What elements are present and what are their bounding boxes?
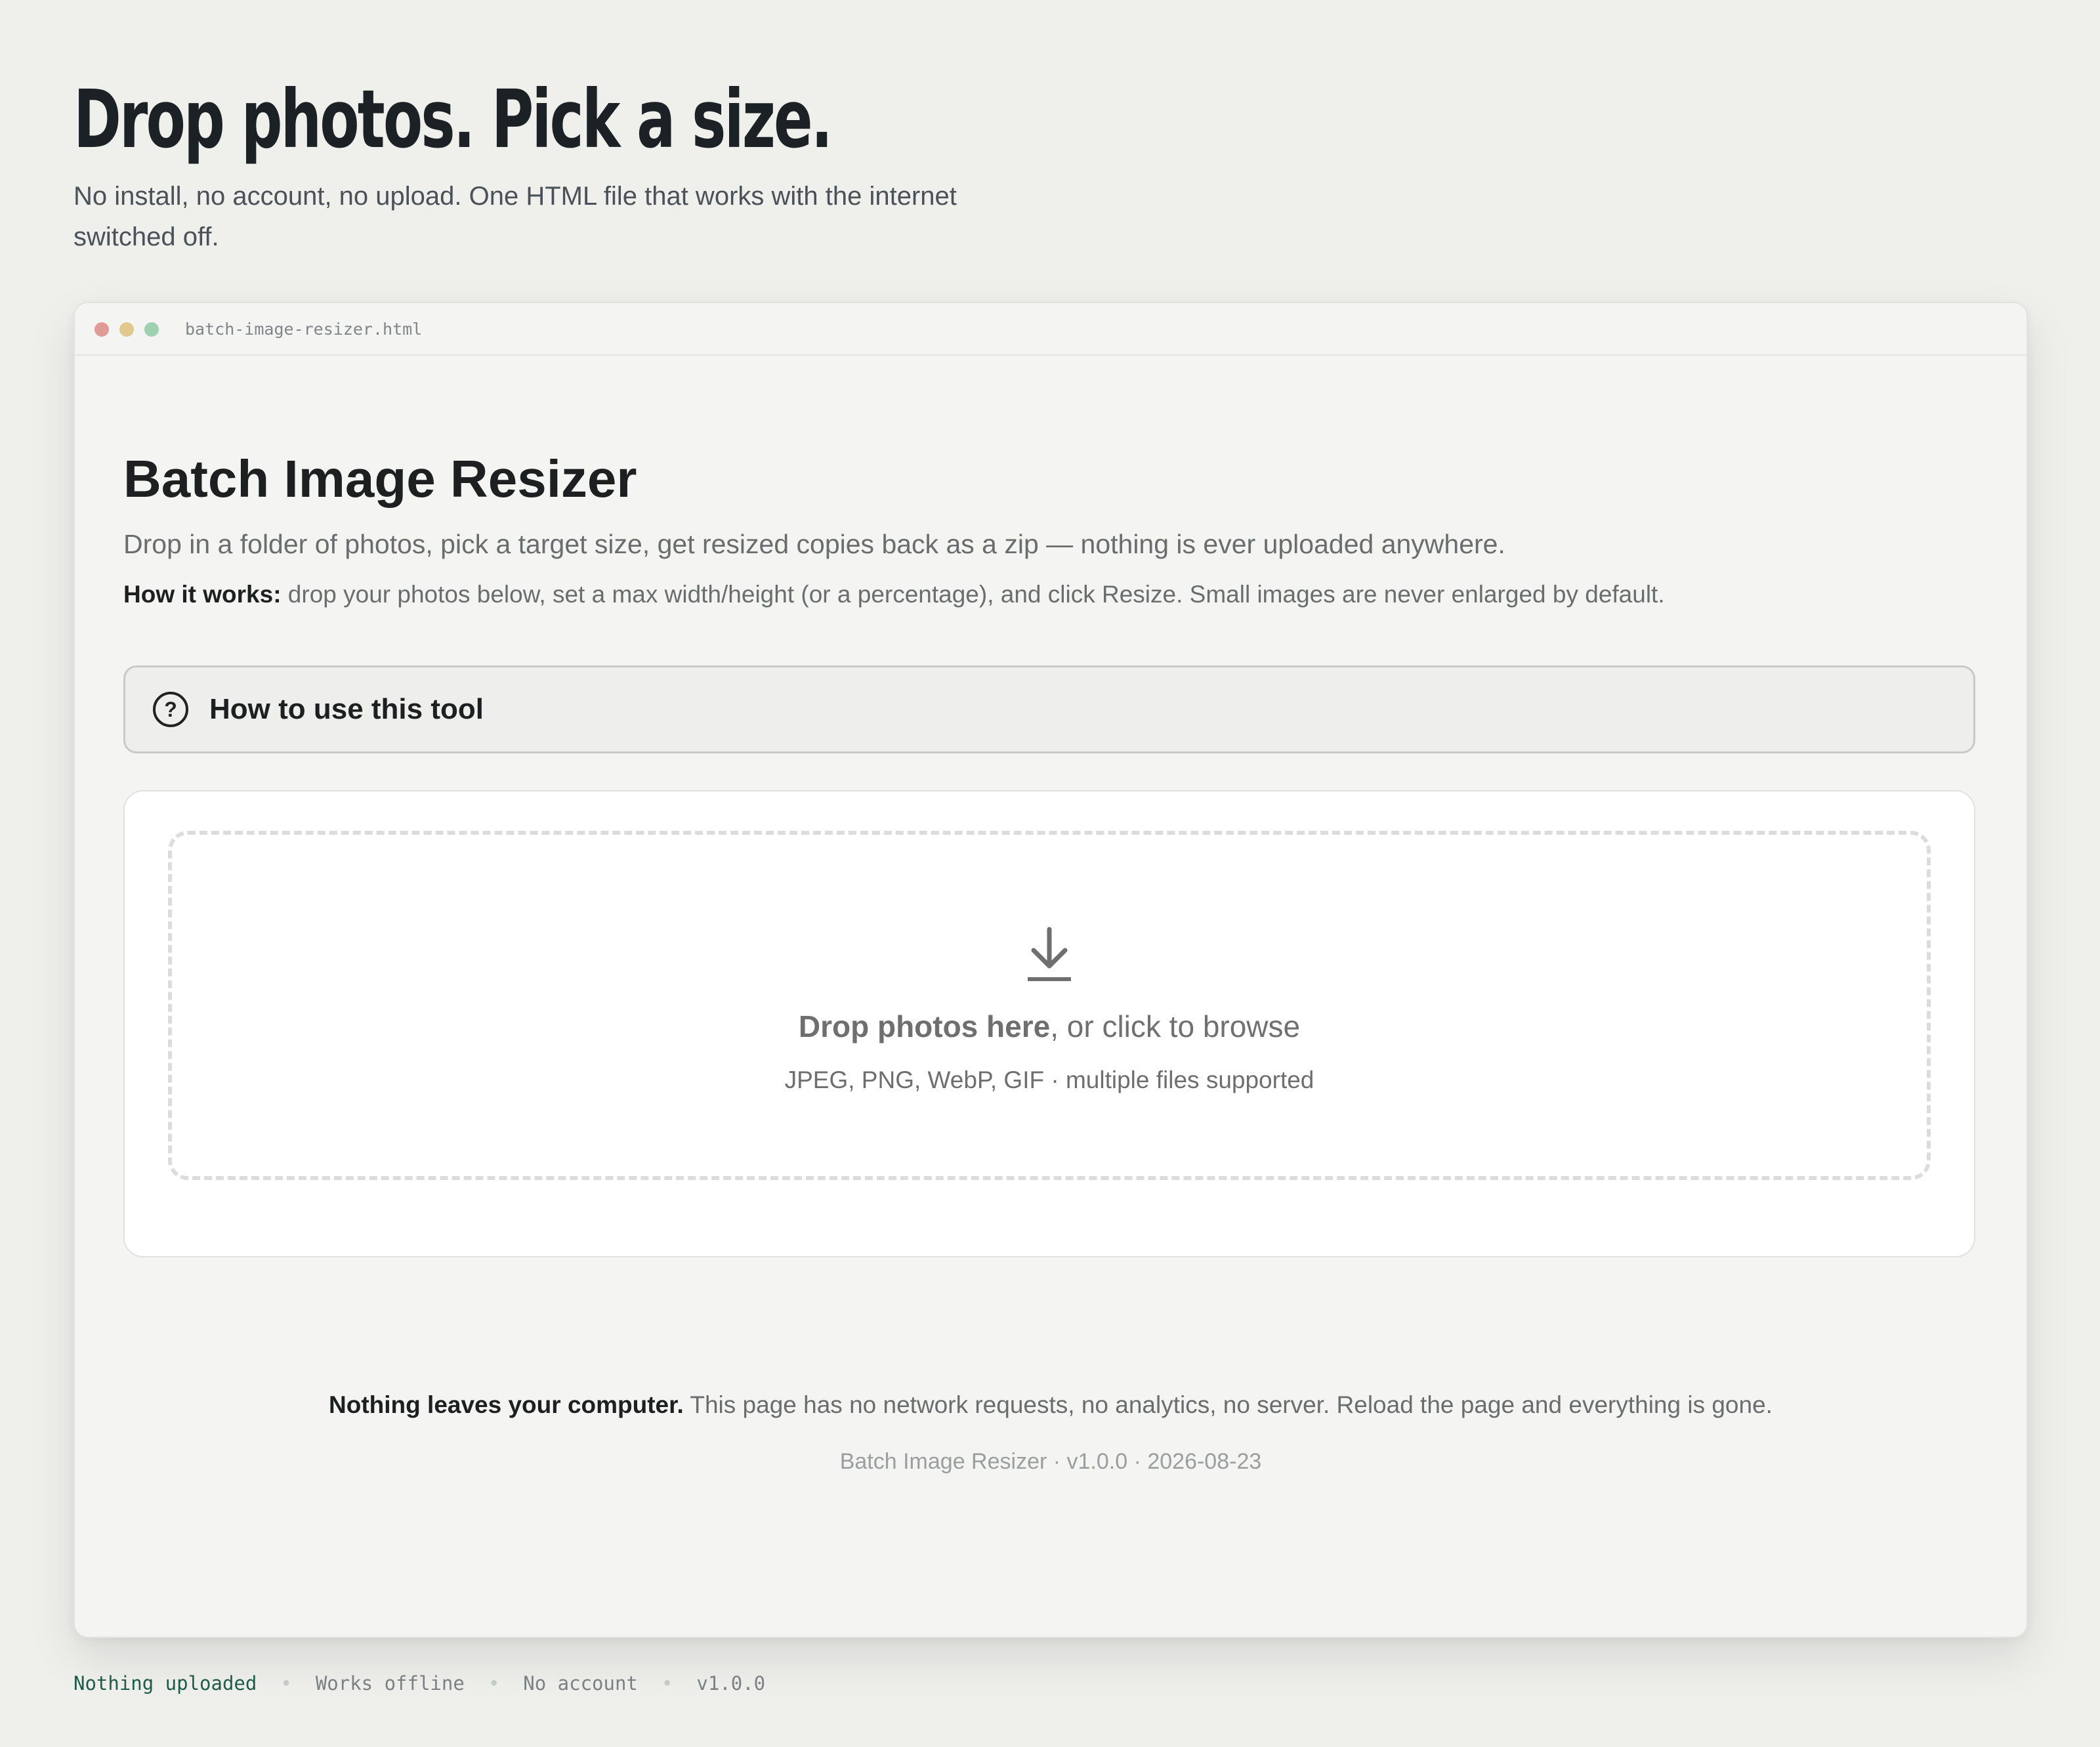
app-title: Batch Image Resizer — [123, 450, 637, 508]
help-toggle-button[interactable]: ? How to use this tool — [123, 665, 1975, 753]
dropzone-prompt-rest: , or click to browse — [1050, 1009, 1301, 1043]
dropzone-prompt: Drop photos here, or click to browse — [172, 1005, 1927, 1047]
dropzone-prompt-bold: Drop photos here — [798, 1009, 1051, 1043]
dropzone-formats: JPEG, PNG, WebP, GIF · multiple files su… — [784, 1066, 1314, 1093]
window-filename: batch-image-resizer.html — [185, 320, 423, 339]
status-separator: • — [661, 1672, 673, 1694]
status-separator: • — [280, 1672, 292, 1694]
status-separator: • — [488, 1672, 500, 1694]
status-version: v1.0.0 — [696, 1672, 766, 1694]
app-window: batch-image-resizer.html Batch Image Res… — [74, 302, 2028, 1638]
window-maximize-dot — [144, 322, 159, 337]
privacy-note-bold: Nothing leaves your computer. — [329, 1391, 684, 1418]
download-arrow-icon — [1028, 927, 1071, 981]
window-minimize-dot — [119, 322, 134, 337]
status-nothing-uploaded: Nothing uploaded — [74, 1672, 257, 1694]
privacy-note: Nothing leaves your computer. This page … — [75, 1387, 2026, 1423]
question-circle-icon: ? — [153, 692, 188, 727]
privacy-note-text: This page has no network requests, no an… — [683, 1391, 1773, 1418]
status-no-account: No account — [523, 1672, 638, 1694]
upload-card: Drop photos here, or click to browse JPE… — [123, 790, 1975, 1257]
hero-subtitle: No install, no account, no upload. One H… — [74, 182, 957, 251]
app-description: Drop in a folder of photos, pick a targe… — [123, 529, 1505, 559]
version-line: Batch Image Resizer · v1.0.0 · 2026-08-2… — [839, 1449, 1262, 1474]
photo-dropzone[interactable]: Drop photos here, or click to browse JPE… — [168, 831, 1931, 1180]
window-close-dot — [94, 322, 109, 337]
status-bar: Nothing uploaded • Works offline • No accoun… — [74, 1667, 765, 1700]
status-works-offline: Works offline — [315, 1672, 465, 1694]
how-it-works-label: How it works: — [123, 581, 282, 608]
help-toggle-label: How to use this tool — [209, 693, 484, 725]
window-titlebar: batch-image-resizer.html — [75, 303, 2026, 356]
how-it-works-text: drop your photos below, set a max width/… — [281, 581, 1665, 608]
how-it-works: How it works: drop your photos below, se… — [123, 578, 1665, 612]
hero-title: Drop photos. Pick a size. — [74, 73, 833, 166]
